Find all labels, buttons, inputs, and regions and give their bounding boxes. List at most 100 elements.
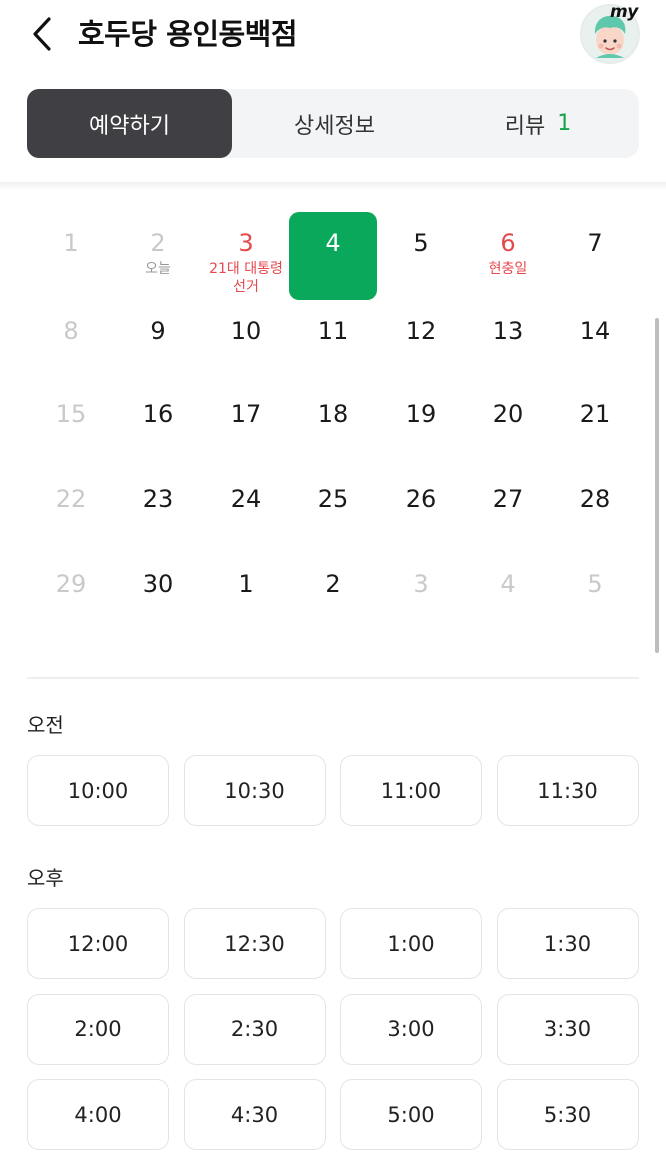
time-slot-button[interactable]: 1:00	[340, 908, 482, 979]
calendar-day-number: 2	[150, 229, 166, 257]
calendar-day-number: 25	[317, 485, 349, 513]
calendar-day[interactable]: 10	[202, 300, 290, 388]
calendar-day[interactable]: 25	[289, 468, 377, 556]
calendar-day[interactable]: 17	[202, 383, 290, 471]
time-slot-button[interactable]: 10:00	[27, 755, 169, 826]
holiday-label: 현충일	[488, 261, 528, 277]
calendar-day-number: 1	[238, 570, 254, 598]
calendar-day-number: 9	[150, 317, 166, 345]
calendar-week-row: 1 2 오늘 3 21대 대통령 선거 4 5 6 현충일 7	[27, 212, 639, 300]
calendar-day-number: 15	[55, 400, 87, 428]
calendar-day-selected[interactable]: 4	[289, 212, 377, 300]
calendar-day-number: 3	[238, 229, 254, 257]
calendar-day: 29	[27, 553, 115, 641]
tab-label: 상세정보	[294, 113, 375, 139]
tab-reservation[interactable]: 예약하기	[27, 89, 232, 158]
calendar-day[interactable]: 9	[114, 300, 202, 388]
calendar-day[interactable]: 23	[114, 468, 202, 556]
calendar-day[interactable]: 16	[114, 383, 202, 471]
time-slot-button[interactable]: 4:00	[27, 1079, 169, 1150]
calendar-day-number: 22	[55, 485, 87, 513]
calendar-day[interactable]: 20	[464, 383, 552, 471]
calendar-day[interactable]: 2	[289, 553, 377, 641]
calendar-day[interactable]: 19	[377, 383, 465, 471]
calendar-day-number: 18	[317, 400, 349, 428]
calendar-day-number: 4	[325, 229, 341, 257]
app-header: 호두당 용인동백점 my	[0, 0, 666, 72]
calendar-day-number: 28	[579, 485, 611, 513]
calendar-day[interactable]: 27	[464, 468, 552, 556]
calendar-day-number: 24	[230, 485, 262, 513]
header-shadow	[0, 182, 666, 190]
time-slot-button[interactable]: 3:00	[340, 993, 482, 1065]
calendar-day-number: 10	[230, 317, 262, 345]
holiday-label: 21대 대통령 선거	[209, 261, 283, 295]
time-slot-button[interactable]: 4:30	[183, 1079, 326, 1150]
calendar-day[interactable]: 12	[377, 300, 465, 388]
morning-label: 오전	[27, 713, 64, 737]
chevron-left-icon	[33, 17, 51, 51]
afternoon-label: 오후	[27, 866, 64, 890]
calendar-day[interactable]: 24	[202, 468, 290, 556]
tab-reviews[interactable]: 리뷰 1	[437, 89, 639, 158]
time-slot-button[interactable]: 12:30	[183, 908, 326, 979]
calendar-day[interactable]: 3 21대 대통령 선거	[202, 212, 290, 300]
calendar-day: 3	[377, 553, 465, 641]
calendar-day-number: 21	[579, 400, 611, 428]
calendar-day[interactable]: 14	[551, 300, 639, 388]
time-slot-button[interactable]: 1:30	[496, 908, 639, 979]
calendar-day[interactable]: 21	[551, 383, 639, 471]
time-slot-button[interactable]: 5:30	[496, 1079, 639, 1150]
section-divider	[27, 677, 639, 679]
calendar-week-row: 22 23 24 25 26 27 28	[27, 468, 639, 556]
calendar-day[interactable]: 30	[114, 553, 202, 641]
calendar-day-number: 29	[55, 570, 87, 598]
tab-bar: 예약하기 상세정보 리뷰 1	[27, 89, 639, 158]
calendar-day-number: 6	[500, 229, 516, 257]
today-label: 오늘	[145, 261, 171, 277]
calendar-day-number: 26	[405, 485, 437, 513]
time-slot-button[interactable]: 12:00	[27, 908, 169, 979]
calendar-day[interactable]: 1	[202, 553, 290, 641]
page-title: 호두당 용인동백점	[78, 17, 298, 51]
calendar-day[interactable]: 11	[289, 300, 377, 388]
calendar-week-row: 8 9 10 11 12 13 14	[27, 300, 639, 388]
calendar-day[interactable]: 6 현충일	[464, 212, 552, 300]
calendar-day: 5	[551, 553, 639, 641]
time-slot-button[interactable]: 5:00	[340, 1079, 482, 1150]
tab-label: 예약하기	[89, 113, 170, 139]
calendar-day[interactable]: 26	[377, 468, 465, 556]
calendar-day-number: 19	[405, 400, 437, 428]
back-button[interactable]	[22, 12, 62, 56]
calendar-day-number: 4	[500, 570, 516, 598]
calendar-day-number: 17	[230, 400, 262, 428]
time-slot-button[interactable]: 2:00	[27, 993, 169, 1065]
calendar-day-number: 5	[413, 229, 429, 257]
calendar-day[interactable]: 5	[377, 212, 465, 300]
time-slot-button[interactable]: 10:30	[183, 755, 326, 826]
scrollbar[interactable]	[655, 318, 659, 653]
tab-details[interactable]: 상세정보	[232, 89, 437, 158]
calendar-day[interactable]: 13	[464, 300, 552, 388]
calendar-day-number: 11	[317, 317, 349, 345]
calendar-day-number: 23	[142, 485, 174, 513]
time-slot-button[interactable]: 11:00	[340, 755, 482, 826]
calendar-day-number: 16	[142, 400, 174, 428]
calendar-day: 1	[27, 212, 115, 300]
calendar-day-number: 2	[325, 570, 341, 598]
calendar-day[interactable]: 28	[551, 468, 639, 556]
time-slot-button[interactable]: 11:30	[496, 755, 639, 826]
calendar-day[interactable]: 18	[289, 383, 377, 471]
avatar-my-label: my	[610, 2, 638, 22]
time-slot-button[interactable]: 3:30	[496, 993, 639, 1065]
calendar-day[interactable]: 7	[551, 212, 639, 300]
calendar-day-number: 3	[413, 570, 429, 598]
calendar-day: 8	[27, 300, 115, 388]
review-count-badge: 1	[557, 111, 572, 136]
calendar-day-number: 8	[63, 317, 79, 345]
calendar-day-number: 14	[579, 317, 611, 345]
calendar-day: 2 오늘	[114, 212, 202, 300]
time-slot-button[interactable]: 2:30	[183, 993, 326, 1065]
calendar-day-number: 12	[405, 317, 437, 345]
calendar-day-number: 5	[587, 570, 603, 598]
